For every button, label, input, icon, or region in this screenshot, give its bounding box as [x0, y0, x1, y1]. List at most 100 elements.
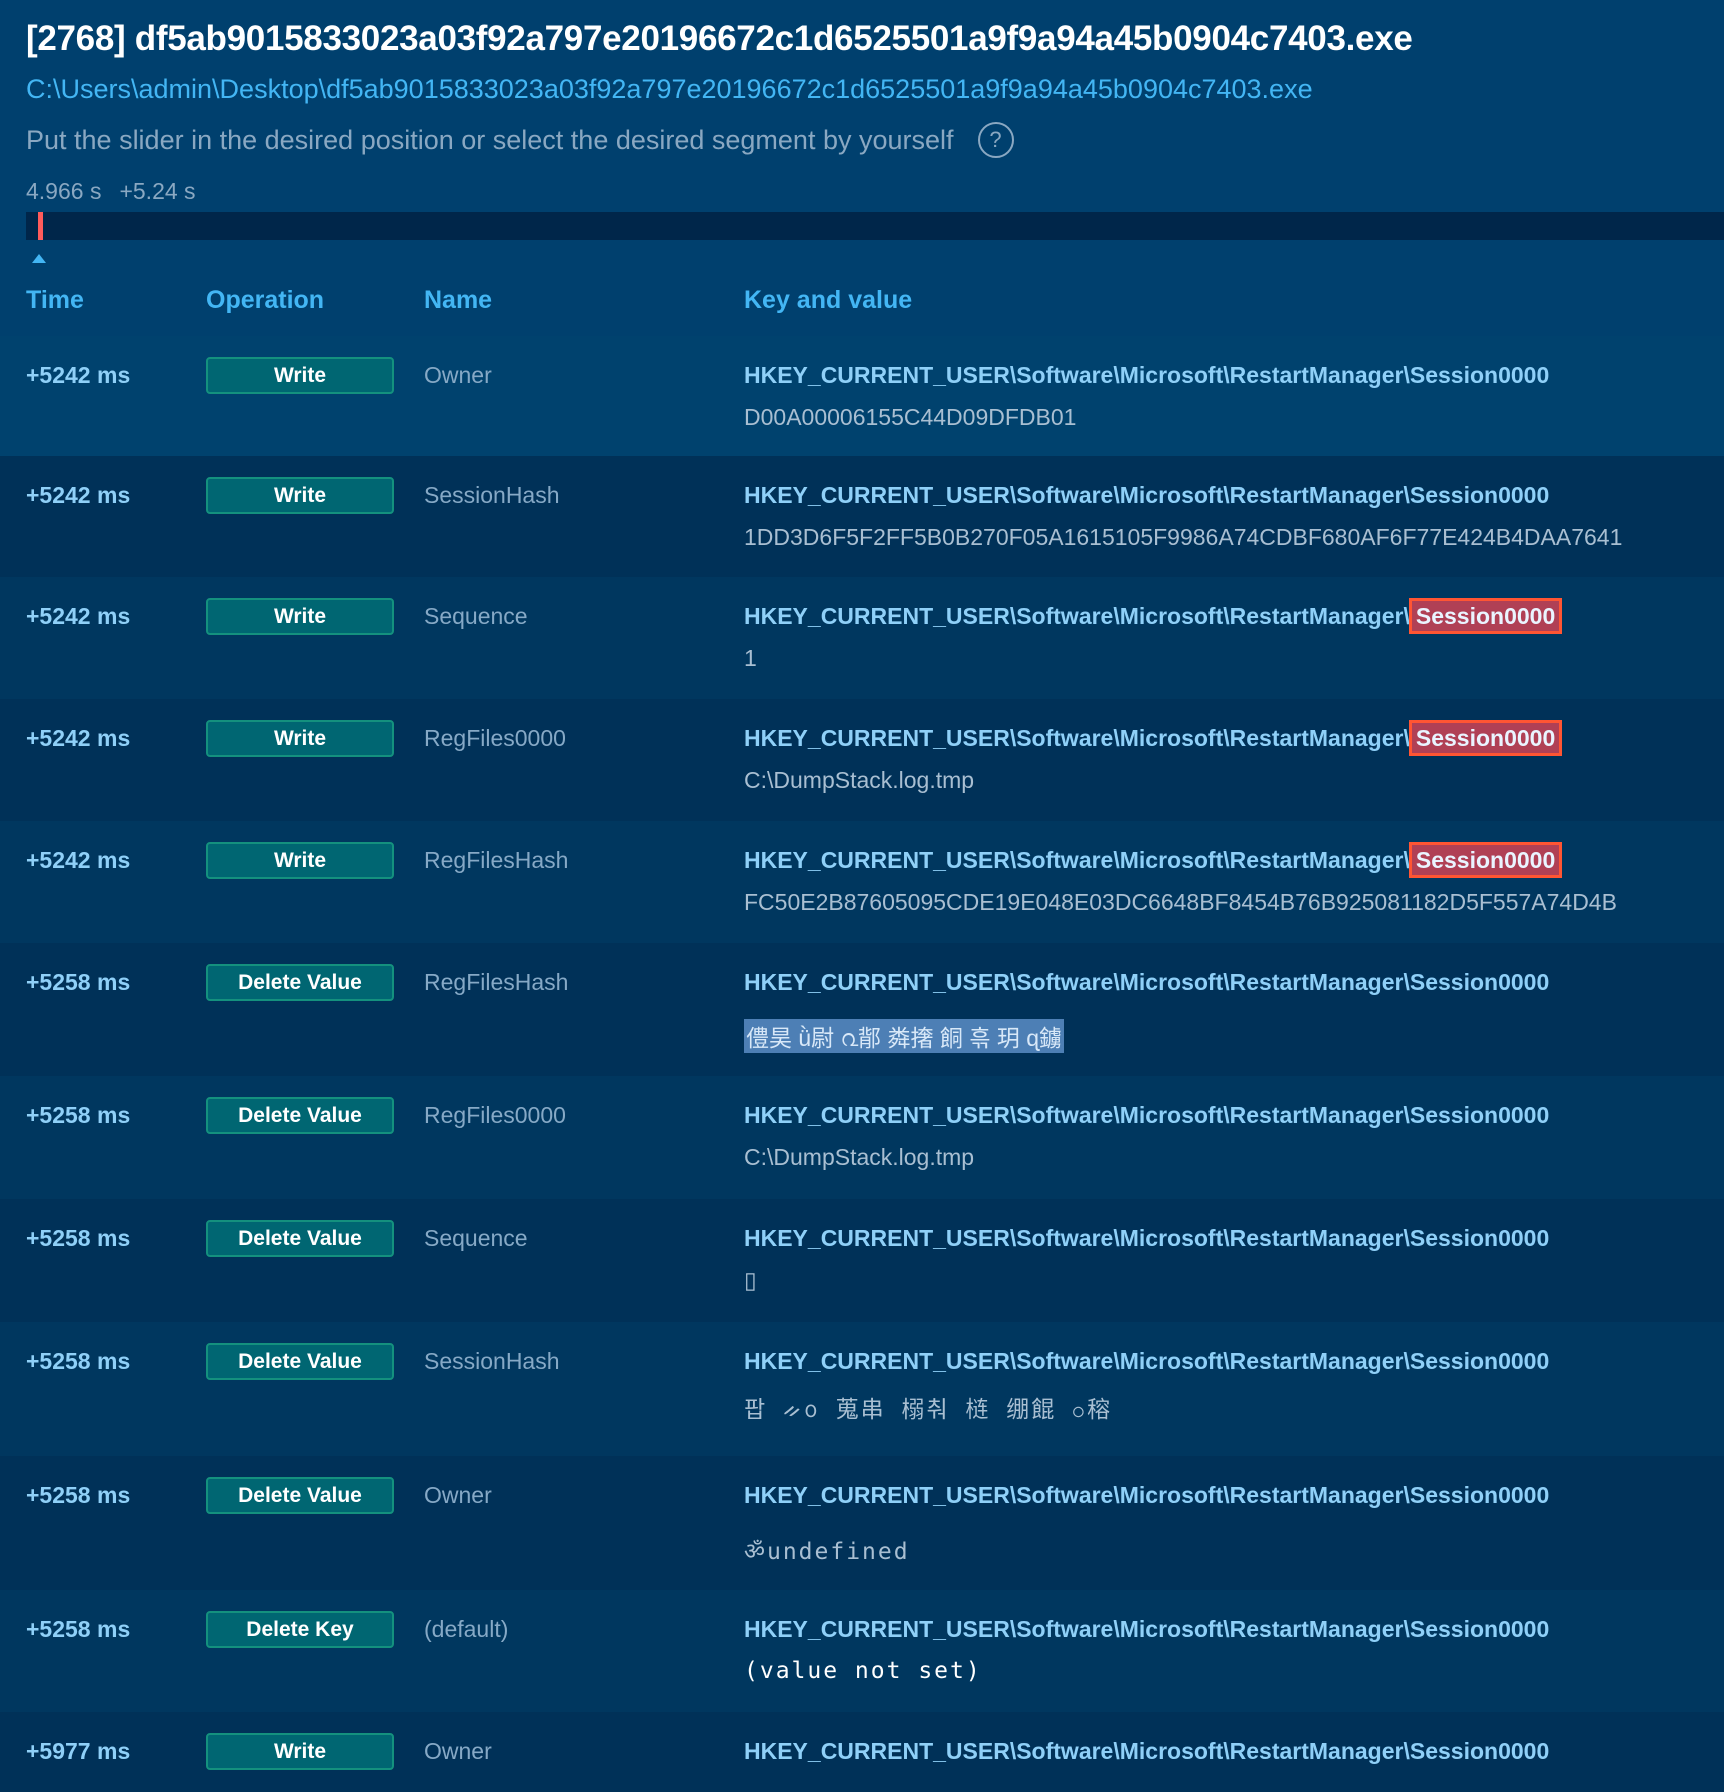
slider-marker[interactable] — [38, 212, 43, 240]
registry-key: HKEY_CURRENT_USER\Software\Microsoft\Res… — [744, 362, 1549, 389]
table-row[interactable]: +5258 ms Delete Key (default) HKEY_CURRE… — [0, 1590, 1724, 1712]
value-name: RegFiles0000 — [424, 725, 566, 751]
operation-badge: Write — [206, 842, 394, 879]
registry-key: HKEY_CURRENT_USER\Software\Microsoft\Res… — [744, 720, 1563, 756]
value-name: SessionHash — [424, 1348, 560, 1374]
registry-key: HKEY_CURRENT_USER\Software\Microsoft\Res… — [744, 1102, 1549, 1129]
key-prefix: HKEY_CURRENT_USER\Software\Microsoft\Res… — [744, 969, 1410, 995]
highlighted-key-leaf: Session0000 — [1408, 842, 1563, 878]
key-leaf: Session0000 — [1409, 362, 1550, 388]
events-table: +5242 ms Write Owner HKEY_CURRENT_USER\S… — [0, 336, 1724, 1792]
row-time: +5242 ms — [26, 362, 131, 388]
key-prefix: HKEY_CURRENT_USER\Software\Microsoft\Res… — [744, 725, 1410, 751]
process-title: [2768] df5ab9015833023a03f92a797e2019667… — [26, 19, 1413, 58]
row-time: +5242 ms — [26, 847, 131, 873]
table-row[interactable]: +5258 ms Delete Value SessionHash HKEY_C… — [0, 1322, 1724, 1456]
slider-handle-arrow-icon[interactable] — [32, 254, 46, 263]
operation-badge: Write — [206, 357, 394, 394]
table-header: Time Operation Name Key and value — [0, 280, 1724, 336]
table-row[interactable]: +5242 ms Write RegFiles0000 HKEY_CURRENT… — [0, 699, 1724, 821]
key-prefix: HKEY_CURRENT_USER\Software\Microsoft\Res… — [744, 362, 1410, 388]
time-start: 4.966 s — [26, 178, 102, 204]
value-name: RegFilesHash — [424, 969, 569, 995]
col-time[interactable]: Time — [26, 286, 84, 315]
key-leaf: Session0000 — [1409, 969, 1550, 995]
row-time: +5242 ms — [26, 725, 131, 751]
operation-badge: Delete Value — [206, 1220, 394, 1257]
key-leaf: Session0000 — [1409, 1616, 1550, 1642]
table-row[interactable]: +5258 ms Delete Value Sequence HKEY_CURR… — [0, 1199, 1724, 1322]
help-icon[interactable]: ? — [977, 122, 1014, 158]
table-row[interactable]: +5977 ms Write Owner HKEY_CURRENT_USER\S… — [0, 1712, 1724, 1792]
key-leaf: Session0000 — [1409, 482, 1550, 508]
value-name: SessionHash — [424, 482, 560, 508]
key-prefix: HKEY_CURRENT_USER\Software\Microsoft\Res… — [744, 1482, 1410, 1508]
process-path-link[interactable]: C:\Users\admin\Desktop\df5ab9015833023a0… — [26, 64, 1698, 114]
row-time: +5258 ms — [26, 1225, 131, 1251]
key-prefix: HKEY_CURRENT_USER\Software\Microsoft\Res… — [744, 482, 1410, 508]
registry-value: (value not set) — [744, 1658, 982, 1684]
registry-key: HKEY_CURRENT_USER\Software\Microsoft\Res… — [744, 1225, 1549, 1252]
table-row[interactable]: +5242 ms Write Sequence HKEY_CURRENT_USE… — [0, 577, 1724, 699]
table-row[interactable]: +5242 ms Write Owner HKEY_CURRENT_USER\S… — [0, 336, 1724, 456]
registry-value: 1DD3D6F5F2FF5B0B270F05A1615105F9986A74CD… — [744, 524, 1623, 550]
table-row[interactable]: +5242 ms Write SessionHash HKEY_CURRENT_… — [0, 456, 1724, 577]
key-prefix: HKEY_CURRENT_USER\Software\Microsoft\Res… — [744, 847, 1410, 873]
operation-badge: Delete Value — [206, 964, 394, 1001]
row-time: +5258 ms — [26, 969, 131, 995]
highlighted-key-leaf: Session0000 — [1408, 598, 1563, 634]
row-time: +5977 ms — [26, 1738, 131, 1764]
table-row[interactable]: +5258 ms Delete Value RegFiles0000 HKEY_… — [0, 1076, 1724, 1199]
value-name: Owner — [424, 1482, 492, 1508]
hint-text: Put the slider in the desired position o… — [26, 125, 954, 155]
col-name[interactable]: Name — [424, 286, 492, 315]
table-row[interactable]: +5242 ms Write RegFilesHash HKEY_CURRENT… — [0, 821, 1724, 943]
operation-badge: Delete Value — [206, 1097, 394, 1134]
key-prefix: HKEY_CURRENT_USER\Software\Microsoft\Res… — [744, 1616, 1410, 1642]
registry-value: D00A00006155C44D09DFDB01 — [744, 404, 1077, 430]
col-key-value[interactable]: Key and value — [744, 286, 912, 315]
registry-key: HKEY_CURRENT_USER\Software\Microsoft\Res… — [744, 598, 1563, 634]
col-operation[interactable]: Operation — [206, 286, 324, 315]
value-name: Owner — [424, 362, 492, 388]
table-row[interactable]: +5258 ms Delete Value Owner HKEY_CURRENT… — [0, 1456, 1724, 1590]
registry-value: ॐundefined — [744, 1539, 910, 1565]
table-row[interactable]: +5258 ms Delete Value RegFilesHash HKEY_… — [0, 943, 1724, 1076]
registry-value: FC50E2B87605095CDE19E048E03DC6648BF8454B… — [744, 889, 1617, 915]
operation-badge: Write — [206, 477, 394, 514]
slider-hint: Put the slider in the desired position o… — [26, 114, 1698, 166]
registry-value: C:\DumpStack.log.tmp — [744, 767, 975, 793]
operation-badge: Delete Key — [206, 1611, 394, 1648]
registry-value: C:\DumpStack.log.tmp — [744, 1144, 975, 1170]
operation-badge: Write — [206, 1733, 394, 1770]
highlighted-key-leaf: Session0000 — [1408, 720, 1563, 756]
operation-badge: Write — [206, 598, 394, 635]
registry-key: HKEY_CURRENT_USER\Software\Microsoft\Res… — [744, 842, 1563, 878]
row-time: +5258 ms — [26, 1348, 131, 1374]
key-prefix: HKEY_CURRENT_USER\Software\Microsoft\Res… — [744, 1102, 1410, 1128]
key-leaf: Session0000 — [1409, 1102, 1550, 1128]
value-name: (default) — [424, 1616, 509, 1642]
key-prefix: HKEY_CURRENT_USER\Software\Microsoft\Res… — [744, 1348, 1410, 1374]
value-name: RegFilesHash — [424, 847, 569, 873]
registry-key: HKEY_CURRENT_USER\Software\Microsoft\Res… — [744, 1738, 1549, 1765]
time-offset: +5.24 s — [119, 178, 196, 204]
registry-value: ▯ — [744, 1267, 757, 1293]
key-leaf: Session0000 — [1409, 1738, 1550, 1764]
header: [2768] df5ab9015833023a03f92a797e2019667… — [0, 0, 1724, 216]
time-readout: 4.966 s +5.24 s — [26, 166, 1698, 216]
registry-key: HKEY_CURRENT_USER\Software\Microsoft\Res… — [744, 1616, 1549, 1643]
timeline-slider[interactable] — [26, 212, 1724, 240]
registry-value: 僼昊 ǜ尉 ൨鄁 粦撦 餇 흒 玥 ɋ鐪 — [744, 1019, 1065, 1053]
value-name: Owner — [424, 1738, 492, 1764]
operation-badge: Delete Value — [206, 1343, 394, 1380]
key-leaf: Session0000 — [1409, 1482, 1550, 1508]
registry-key: HKEY_CURRENT_USER\Software\Microsoft\Res… — [744, 969, 1549, 996]
registry-key: HKEY_CURRENT_USER\Software\Microsoft\Res… — [744, 482, 1549, 509]
key-prefix: HKEY_CURRENT_USER\Software\Microsoft\Res… — [744, 1738, 1410, 1764]
operation-badge: Delete Value — [206, 1477, 394, 1514]
value-name: Sequence — [424, 603, 528, 629]
key-leaf: Session0000 — [1409, 1348, 1550, 1374]
row-time: +5242 ms — [26, 603, 131, 629]
registry-key: HKEY_CURRENT_USER\Software\Microsoft\Res… — [744, 1482, 1549, 1509]
